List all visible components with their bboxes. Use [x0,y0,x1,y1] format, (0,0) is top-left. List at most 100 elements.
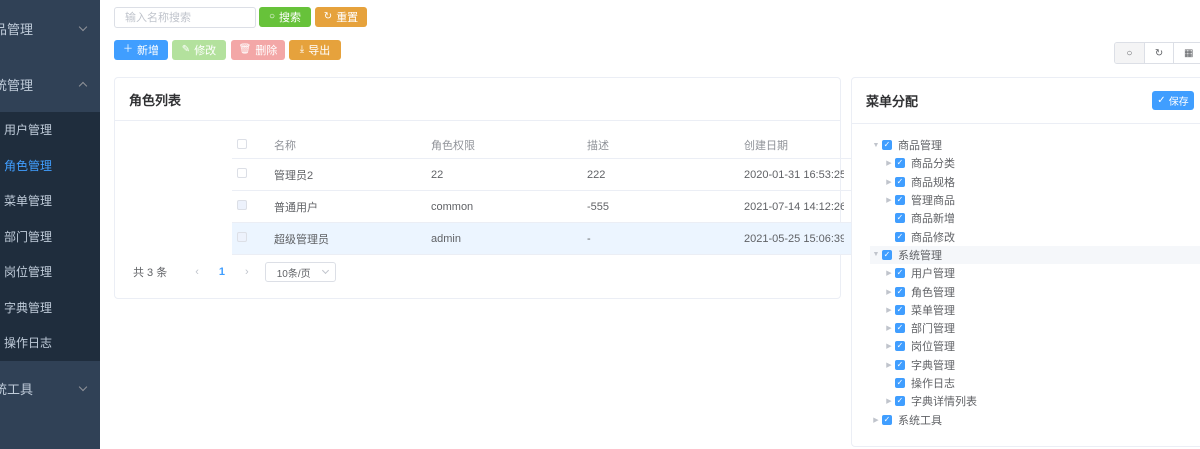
sidebar-submenu: 用户管理 角色管理 菜单管理 部门管理 岗位管理 字典管理 操作日志 [0,112,100,361]
caret-right-icon[interactable]: ▶ [883,322,895,334]
sidebar-item-roles[interactable]: 角色管理 [0,148,100,184]
tree-checkbox[interactable]: ✓ [895,359,905,370]
table-header: 名称 角色权限 描述 创建日期 操作 [232,132,940,159]
tree-checkbox[interactable]: ✓ [895,268,905,279]
tree-checkbox[interactable]: ✓ [895,213,905,224]
chevron-down-icon [78,382,88,392]
sidebar-item-label: 部门管理 [4,229,53,244]
table-row[interactable]: 普通用户 common -555 2021-07-14 14:12:26 ✎ 🗑 [232,191,940,223]
tree-node[interactable]: ✓ 商品新增 [870,209,1200,227]
sidebar-item-logs[interactable]: 操作日志 [0,325,100,361]
grid-icon: ▦ [1183,47,1194,59]
tree-checkbox[interactable]: ✓ [895,304,905,315]
tree-node[interactable]: ▶ ✓ 管理商品 [870,191,1200,209]
tree-checkbox[interactable]: ✓ [895,195,905,206]
caret-right-icon[interactable]: ▶ [883,267,895,279]
caret-right-icon[interactable]: ▶ [883,359,895,371]
sidebar-group-tools[interactable]: 统工具 [0,361,100,417]
toggle-search-button[interactable]: ○ [1115,43,1145,63]
sidebar-item-users[interactable]: 用户管理 [0,112,100,148]
delete-button[interactable]: 🗑 删除 [231,40,285,60]
tree-checkbox[interactable]: ✓ [895,231,905,242]
tree-node[interactable]: ▶ ✓ 商品分类 [870,154,1200,172]
menu-assign-title: 菜单分配 [852,78,1200,124]
caret-right-icon[interactable]: ▶ [883,340,895,352]
tree-node-label: 用户管理 [911,268,955,281]
next-page-button[interactable]: › [245,266,249,278]
tree-checkbox[interactable]: ✓ [882,414,892,425]
tree-node[interactable]: ▶ ✓ 岗位管理 [870,337,1200,355]
tree-checkbox[interactable]: ✓ [895,396,905,407]
sidebar-item-label: 用户管理 [4,123,53,138]
sidebar-item-label: 角色管理 [4,158,53,173]
tree-checkbox[interactable]: ✓ [895,176,905,187]
tree-node[interactable]: ▼ ✓ 系统管理 [870,245,1200,265]
caret-right-icon[interactable]: ▶ [883,194,895,206]
refresh-table-button[interactable]: ↻ [1145,43,1175,63]
sidebar-item-label: 字典管理 [4,300,53,315]
pagination: 共 3 条 ‹ 1 › 10条/页 [133,262,336,282]
tree-node[interactable]: ▶ ✓ 菜单管理 [870,301,1200,319]
tree-checkbox[interactable]: ✓ [895,378,905,388]
sidebar-item-dicts[interactable]: 字典管理 [0,290,100,326]
tree-node-label: 商品管理 [898,140,942,153]
tree-checkbox[interactable]: ✓ [895,286,905,297]
tree-node[interactable]: ▶ ✓ 用户管理 [870,264,1200,282]
sidebar-item-depts[interactable]: 部门管理 [0,219,100,255]
caret-right-icon[interactable]: ▶ [870,414,882,426]
search-button-label: 搜索 [279,12,302,24]
search-button[interactable]: ○ 搜索 [259,7,311,27]
caret-right-icon[interactable]: ▶ [883,157,895,169]
sidebar-item-label: 操作日志 [4,336,53,351]
columns-button[interactable]: ▦ [1174,43,1200,63]
caret-right-icon[interactable]: ▶ [883,304,895,316]
export-button[interactable]: ⤓ 导出 [289,40,341,60]
save-button[interactable]: ✓ 保存 [1152,91,1194,110]
tree-node[interactable]: ▶ ✓ 字典管理 [870,356,1200,374]
tree-checkbox[interactable]: ✓ [895,323,905,334]
tree-node[interactable]: ▶ ✓ 字典详情列表 [870,392,1200,410]
caret-right-icon[interactable]: ▶ [883,286,895,298]
tree-checkbox[interactable]: ✓ [882,249,892,260]
search-icon: ○ [1126,47,1133,59]
sidebar-item-jobs[interactable]: 岗位管理 [0,254,100,290]
sidebar-item-menus[interactable]: 菜单管理 [0,183,100,219]
role-table: 名称 角色权限 描述 创建日期 操作 管理员2 22 222 2020-01-3… [232,132,940,255]
tree-node[interactable]: ▶ ✓ 角色管理 [870,282,1200,300]
role-name: 管理员2 [274,169,314,182]
tree-node[interactable]: ✓ 操作日志 [870,374,1200,392]
prev-page-button[interactable]: ‹ [195,266,199,278]
caret-down-icon[interactable]: ▼ [870,139,882,151]
caret-down-icon[interactable]: ▼ [870,249,882,261]
edit-icon: ✎ [181,44,191,55]
caret-right-icon[interactable]: ▶ [883,395,895,407]
row-checkbox[interactable] [237,168,247,178]
sidebar-group-goods[interactable]: 品管理 [0,0,100,56]
add-button[interactable]: ＋ 新增 [114,40,168,60]
sidebar-group-system[interactable]: 统管理 [0,56,100,112]
table-row[interactable]: 超级管理员 admin - 2021-05-25 15:06:39 ✎ 🗑 [232,223,940,255]
select-all-checkbox[interactable] [237,138,247,149]
caret-right-icon[interactable]: ▶ [883,176,895,188]
tree-node[interactable]: ▶ ✓ 部门管理 [870,319,1200,337]
tree-node[interactable]: ▼ ✓ 商品管理 [870,136,1200,154]
tree-checkbox[interactable]: ✓ [895,158,905,169]
tree-node[interactable]: ▶ ✓ 系统工具 [870,410,1200,428]
main-content: ○ 搜索 ↻ 重置 ＋ 新增 ✎ 修改 🗑 删除 ⤓ 导出 ○ ↻ ▦ 角色列表… [100,0,1200,449]
role-description: 222 [587,168,606,181]
table-row[interactable]: 管理员2 22 222 2020-01-31 16:53:25 ✎ 🗑 [232,159,940,191]
page-number[interactable]: 1 [219,266,225,278]
reset-button[interactable]: ↻ 重置 [315,7,367,27]
tree-checkbox[interactable]: ✓ [895,341,905,352]
tree-checkbox[interactable]: ✓ [882,140,892,151]
page-size-select[interactable]: 10条/页 [264,262,336,282]
role-permission: common [431,200,474,213]
trash-icon: 🗑 [238,44,252,55]
tree-node-label: 部门管理 [911,323,955,336]
tree-node[interactable]: ✓ 商品修改 [870,227,1200,245]
tree-node-label: 系统工具 [898,414,942,427]
tree-node[interactable]: ▶ ✓ 商品规格 [870,173,1200,191]
search-input[interactable] [114,7,256,28]
edit-button[interactable]: ✎ 修改 [172,40,226,60]
